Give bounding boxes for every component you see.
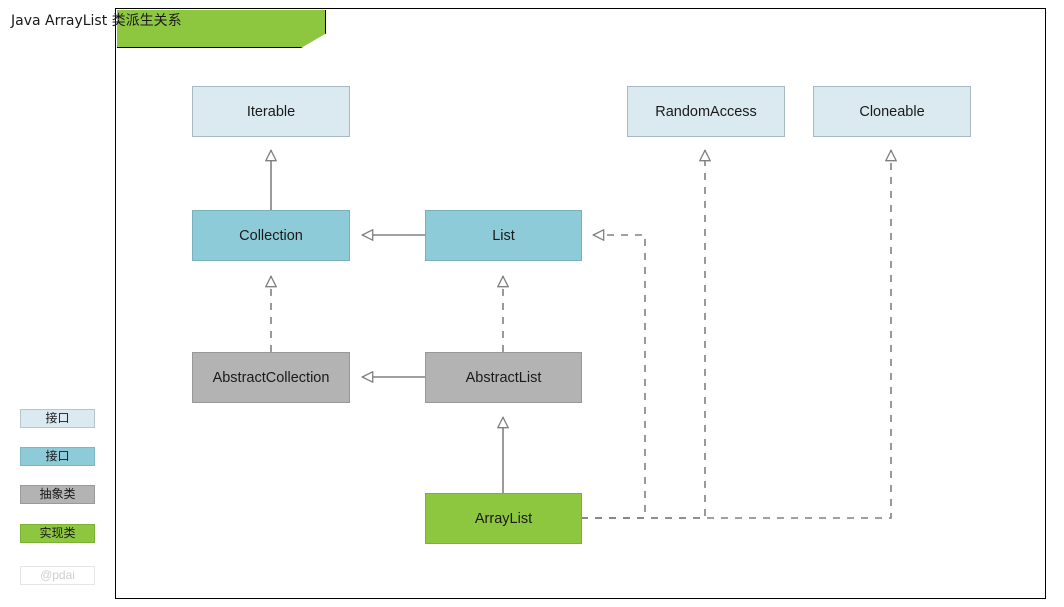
node-label: AbstractCollection xyxy=(212,369,330,386)
node-list[interactable]: List xyxy=(425,210,582,261)
legend-concrete-class: 实现类 xyxy=(20,524,95,543)
node-randomaccess[interactable]: RandomAccess xyxy=(627,86,785,137)
node-label: RandomAccess xyxy=(655,103,757,120)
node-label: Collection xyxy=(239,227,303,244)
legend-abstract-class: 抽象类 xyxy=(20,485,95,504)
legend-watermark: @pdai xyxy=(20,566,95,585)
legend-label: 接口 xyxy=(45,449,70,463)
node-arraylist[interactable]: ArrayList xyxy=(425,493,582,544)
node-iterable[interactable]: Iterable xyxy=(192,86,350,137)
node-cloneable[interactable]: Cloneable xyxy=(813,86,971,137)
node-abstractcollection[interactable]: AbstractCollection xyxy=(192,352,350,403)
node-label: Cloneable xyxy=(859,103,925,120)
legend-label: 接口 xyxy=(45,411,70,425)
node-label: Iterable xyxy=(246,103,296,120)
node-label: AbstractList xyxy=(465,369,542,386)
legend-label: 实现类 xyxy=(39,526,76,540)
node-collection[interactable]: Collection xyxy=(192,210,350,261)
node-label: List xyxy=(492,227,515,244)
legend-interface-light: 接口 xyxy=(20,409,95,428)
diagram-title: Java ArrayList 类派生关系 xyxy=(11,13,182,29)
legend-panel: 接口 接口 抽象类 实现类 @pdai xyxy=(0,0,115,607)
watermark-label: @pdai xyxy=(40,568,75,582)
node-label: ArrayList xyxy=(474,510,533,527)
node-abstractlist[interactable]: AbstractList xyxy=(425,352,582,403)
legend-interface-dark: 接口 xyxy=(20,447,95,466)
legend-label: 抽象类 xyxy=(39,487,76,501)
diagram-page: 接口 接口 抽象类 实现类 @pdai Java ArrayList 类派生关系 xyxy=(0,0,1064,607)
